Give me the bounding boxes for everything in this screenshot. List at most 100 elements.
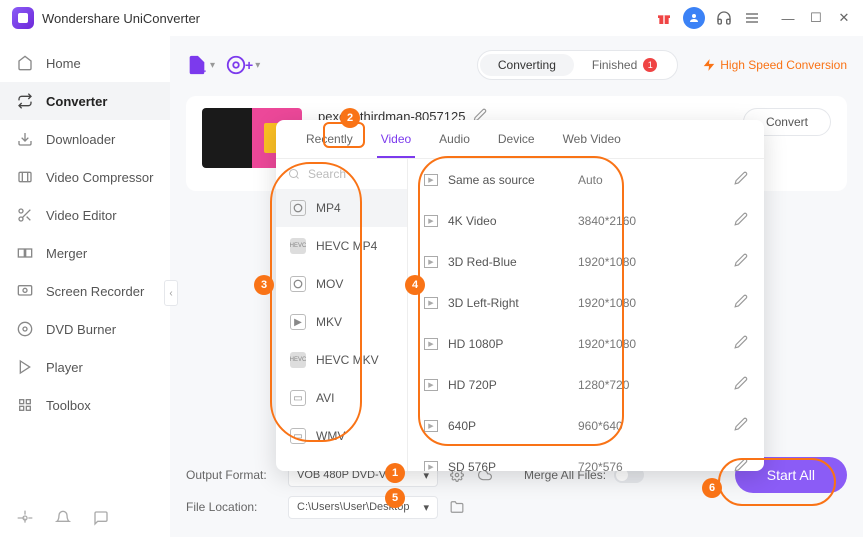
format-item[interactable]: HEVCHEVC MP4: [276, 227, 407, 265]
format-item[interactable]: HEVCHEVC MKV: [276, 341, 407, 379]
dd-tab-device[interactable]: Device: [484, 120, 549, 158]
close-button[interactable]: ✕: [837, 11, 851, 25]
format-icon: ▶: [290, 314, 306, 330]
callout-5: 5: [385, 488, 405, 508]
output-format-label: Output Format:: [186, 468, 278, 482]
callout-1: 1: [385, 463, 405, 483]
format-icon: ▭: [290, 390, 306, 406]
sidebar-item-home[interactable]: Home: [0, 44, 170, 82]
user-avatar[interactable]: [683, 7, 705, 29]
edit-preset-icon[interactable]: [734, 458, 748, 471]
edit-preset-icon[interactable]: [734, 376, 748, 393]
preset-icon: ▶: [424, 215, 438, 227]
finished-count-badge: 1: [643, 58, 657, 72]
chevron-down-icon: ▾: [423, 501, 429, 514]
callout-6: 6: [702, 478, 722, 498]
bell-icon[interactable]: [54, 509, 72, 527]
format-item[interactable]: ▭AVI: [276, 379, 407, 417]
edit-preset-icon[interactable]: [734, 253, 748, 270]
sidebar-item-merger[interactable]: Merger: [0, 234, 170, 272]
format-dropdown: Recently Video Audio Device Web Video Se…: [276, 120, 764, 471]
dd-tab-webvideo[interactable]: Web Video: [549, 120, 635, 158]
preset-item[interactable]: ▶640P960*640: [408, 405, 764, 446]
sidebar-item-label: Video Editor: [46, 208, 117, 223]
sidebar-item-label: Screen Recorder: [46, 284, 144, 299]
edit-preset-icon[interactable]: [734, 212, 748, 229]
settings-icon[interactable]: [16, 509, 34, 527]
toolbox-icon: [16, 396, 34, 414]
format-item[interactable]: ▶MKV: [276, 303, 407, 341]
menu-icon[interactable]: [743, 9, 761, 27]
add-file-button[interactable]: + ▾: [186, 54, 215, 76]
edit-preset-icon[interactable]: [734, 417, 748, 434]
titlebar: Wondershare UniConverter — ☐ ✕: [0, 0, 863, 36]
high-speed-link[interactable]: High Speed Conversion: [702, 58, 847, 72]
preset-item[interactable]: ▶3D Red-Blue1920*1080: [408, 241, 764, 282]
dd-tab-video[interactable]: Video: [367, 120, 425, 158]
home-icon: [16, 54, 34, 72]
preset-item[interactable]: ▶HD 1080P1920*1080: [408, 323, 764, 364]
format-icon: [290, 276, 306, 292]
format-item[interactable]: ▭WMV: [276, 417, 407, 455]
sidebar-item-label: Home: [46, 56, 81, 71]
tab-converting[interactable]: Converting: [480, 54, 574, 76]
merger-icon: [16, 244, 34, 262]
sidebar-item-toolbox[interactable]: Toolbox: [0, 386, 170, 424]
format-icon: HEVC: [290, 238, 306, 254]
preset-item[interactable]: ▶3D Left-Right1920*1080: [408, 282, 764, 323]
sidebar: Home Converter Downloader Video Compress…: [0, 36, 170, 537]
file-location-label: File Location:: [186, 500, 278, 514]
folder-icon[interactable]: [448, 498, 466, 516]
dd-tab-audio[interactable]: Audio: [425, 120, 484, 158]
add-dvd-button[interactable]: + ▾: [225, 54, 260, 76]
preset-item[interactable]: ▶4K Video3840*2160: [408, 200, 764, 241]
format-item[interactable]: MOV: [276, 265, 407, 303]
compressor-icon: [16, 168, 34, 186]
preset-item[interactable]: ▶HD 720P1280*720: [408, 364, 764, 405]
svg-text:+: +: [200, 66, 206, 76]
preset-item[interactable]: ▶Same as sourceAuto: [408, 159, 764, 200]
format-search[interactable]: Search: [276, 159, 407, 189]
sidebar-item-label: Merger: [46, 246, 87, 261]
sidebar-item-player[interactable]: Player: [0, 348, 170, 386]
sidebar-item-label: DVD Burner: [46, 322, 116, 337]
feedback-icon[interactable]: [92, 509, 110, 527]
sidebar-collapse-handle[interactable]: ‹: [164, 280, 178, 306]
preset-icon: ▶: [424, 338, 438, 350]
callout-2: 2: [340, 108, 360, 128]
format-icon: HEVC: [290, 352, 306, 368]
preset-icon: ▶: [424, 461, 438, 472]
sidebar-item-label: Toolbox: [46, 398, 91, 413]
tab-finished[interactable]: Finished1: [574, 54, 675, 76]
edit-preset-icon[interactable]: [734, 335, 748, 352]
sidebar-item-recorder[interactable]: Screen Recorder: [0, 272, 170, 310]
sidebar-item-burner[interactable]: DVD Burner: [0, 310, 170, 348]
file-location-select[interactable]: C:\Users\User\Desktop ▾: [288, 496, 438, 519]
sidebar-item-converter[interactable]: Converter: [0, 82, 170, 120]
sidebar-item-compressor[interactable]: Video Compressor: [0, 158, 170, 196]
preset-icon: ▶: [424, 256, 438, 268]
callout-3: 3: [254, 275, 274, 295]
support-icon[interactable]: [715, 9, 733, 27]
sidebar-item-label: Video Compressor: [46, 170, 153, 185]
recorder-icon: [16, 282, 34, 300]
format-icon: [290, 200, 306, 216]
converter-icon: [16, 92, 34, 110]
app-title: Wondershare UniConverter: [42, 11, 200, 26]
maximize-button[interactable]: ☐: [809, 11, 823, 25]
sidebar-item-label: Downloader: [46, 132, 115, 147]
preset-item[interactable]: ▶SD 576P720*576: [408, 446, 764, 471]
minimize-button[interactable]: —: [781, 11, 795, 25]
sidebar-item-label: Converter: [46, 94, 107, 109]
sidebar-item-editor[interactable]: Video Editor: [0, 196, 170, 234]
sidebar-item-downloader[interactable]: Downloader: [0, 120, 170, 158]
preset-icon: ▶: [424, 379, 438, 391]
gift-icon[interactable]: [655, 9, 673, 27]
search-icon: [288, 168, 300, 180]
format-item[interactable]: MP4: [276, 189, 407, 227]
edit-preset-icon[interactable]: [734, 171, 748, 188]
callout-4: 4: [405, 275, 425, 295]
format-list: Search MP4 HEVCHEVC MP4 MOV ▶MKV HEVCHEV…: [276, 159, 408, 471]
editor-icon: [16, 206, 34, 224]
edit-preset-icon[interactable]: [734, 294, 748, 311]
